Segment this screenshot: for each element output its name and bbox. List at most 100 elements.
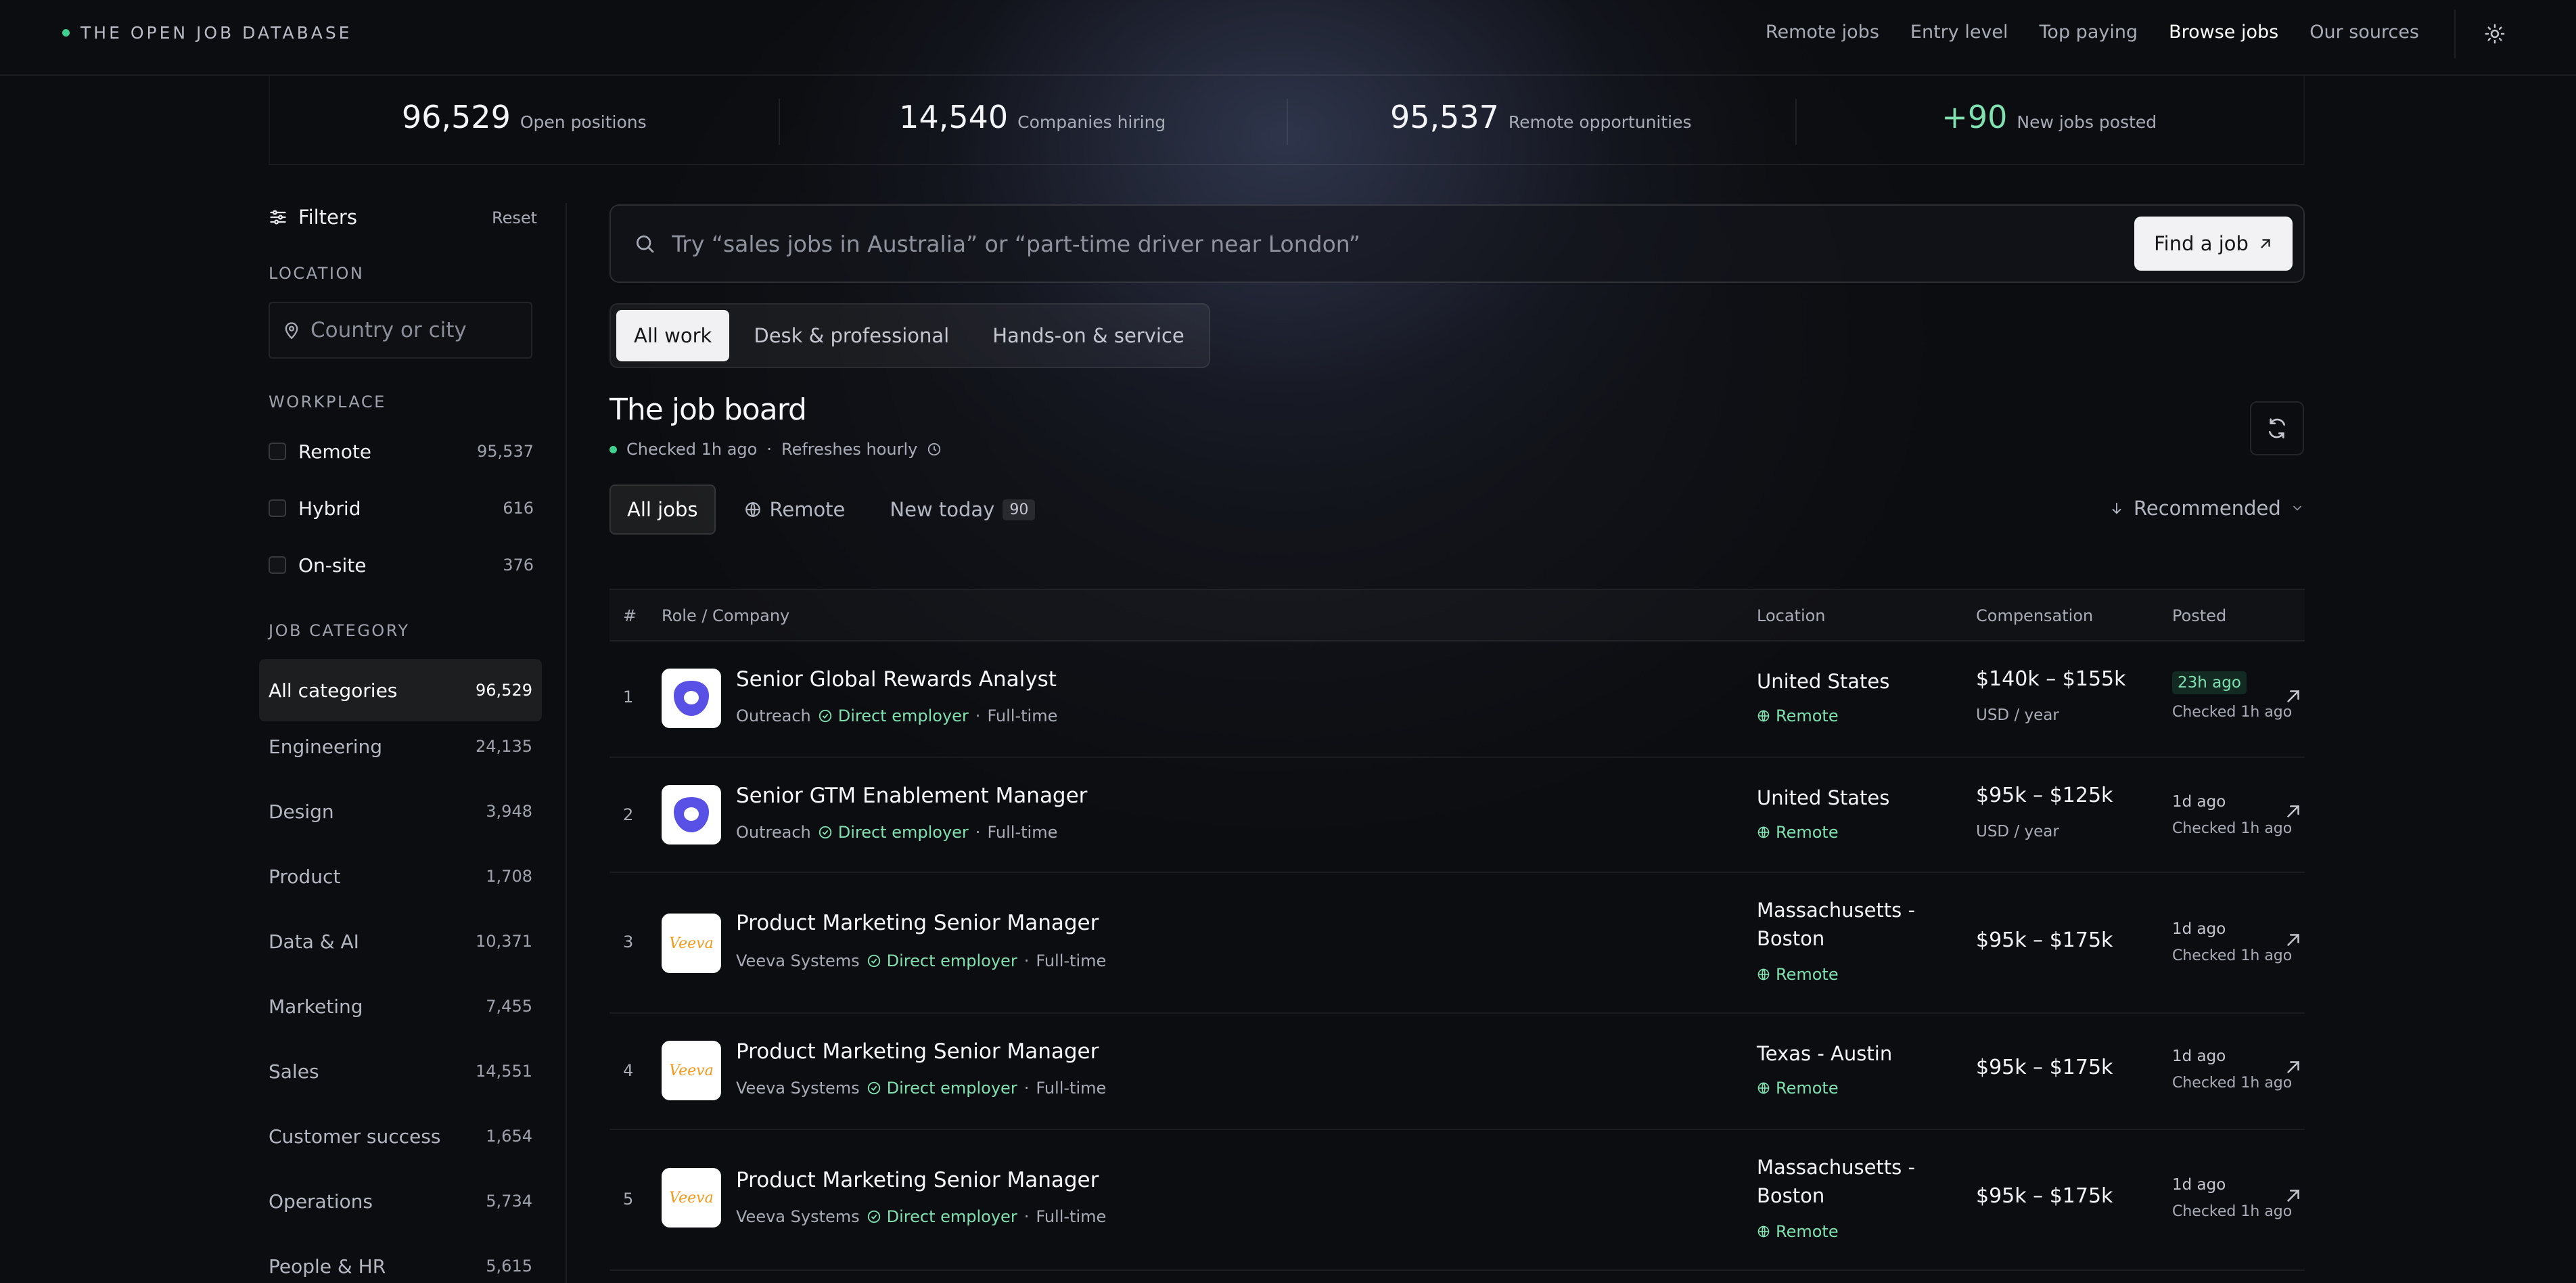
category-count: 5,615 (486, 1257, 532, 1276)
category-count: 24,135 (476, 737, 532, 756)
compensation-range: $95k – $175k (1976, 928, 2113, 952)
workplace-option-remote[interactable]: Remote 95,537 (269, 438, 534, 465)
theme-toggle-button[interactable] (2480, 19, 2510, 49)
company-name: Veeva Systems (736, 1207, 860, 1226)
find-job-button[interactable]: Find a job (2134, 217, 2293, 271)
stats-bar: 96,529 Open positions 14,540 Companies h… (269, 76, 2305, 165)
onsite-checkbox[interactable] (269, 556, 286, 574)
category-engineering[interactable]: Engineering 24,135 (259, 715, 542, 778)
table-row[interactable]: 5 Veeva Product Marketing Senior Manager… (610, 1130, 2305, 1271)
new-today-count-badge: 90 (1003, 499, 1036, 520)
table-row[interactable]: 2 Senior GTM Enablement Manager Outreach… (610, 758, 2305, 873)
job-title[interactable]: Senior Global Rewards Analyst (736, 667, 1057, 692)
job-title[interactable]: Product Marketing Senior Manager (736, 911, 1099, 935)
category-customer-success[interactable]: Customer success 1,654 (259, 1105, 542, 1167)
sort-dropdown[interactable]: Recommended (2109, 497, 2304, 520)
filters-title: Filters (298, 206, 357, 229)
category-people-hr[interactable]: People & HR 5,615 (259, 1235, 542, 1283)
job-title[interactable]: Product Marketing Senior Manager (736, 1168, 1099, 1192)
segment-hands-on-service[interactable]: Hands-on & service (973, 310, 1203, 361)
stat-label: Remote opportunities (1508, 112, 1692, 132)
open-job-arrow-icon[interactable] (2283, 801, 2303, 821)
meta-separator: · (766, 440, 772, 459)
direct-employer-badge: Direct employer (867, 951, 1017, 970)
workplace-option-hybrid[interactable]: Hybrid 616 (269, 495, 534, 522)
segment-desk-professional[interactable]: Desk & professional (735, 310, 968, 361)
veeva-logo: Veeva (662, 1041, 721, 1100)
veeva-logo-wordmark: Veeva (669, 1189, 714, 1207)
check-circle-icon (819, 709, 831, 723)
nav-our-sources[interactable]: Our sources (2309, 22, 2419, 43)
category-label: Design (269, 800, 334, 823)
open-job-arrow-icon[interactable] (2283, 1186, 2303, 1206)
open-job-arrow-icon[interactable] (2283, 930, 2303, 950)
category-count: 3,948 (486, 802, 532, 821)
job-title[interactable]: Senior GTM Enablement Manager (736, 784, 1087, 808)
tab-label: Remote (769, 498, 846, 521)
company-name: Veeva Systems (736, 1079, 860, 1098)
top-nav: THE OPEN JOB DATABASE Remote jobs Entry … (0, 0, 2576, 76)
refresh-button[interactable] (2250, 401, 2304, 455)
job-search-input[interactable] (672, 230, 2058, 257)
location-input[interactable] (310, 318, 513, 342)
employer-type: Direct employer (886, 951, 1017, 970)
tab-new-today[interactable]: New today 90 (873, 485, 1051, 535)
search-icon (637, 235, 654, 253)
segment-all-work[interactable]: All work (616, 310, 730, 361)
reset-filters-button[interactable]: Reset (492, 208, 537, 227)
hybrid-checkbox[interactable] (269, 499, 286, 517)
employer-type: Direct employer (837, 823, 969, 842)
direct-employer-badge: Direct employer (867, 1207, 1017, 1226)
remote-label: Remote (1776, 1079, 1839, 1098)
globe-icon (1757, 826, 1770, 838)
category-label: Customer success (269, 1125, 441, 1148)
category-operations[interactable]: Operations 5,734 (259, 1170, 542, 1232)
compensation-range: $95k – $125k (1976, 784, 2113, 807)
remote-label: Remote (1776, 706, 1839, 725)
sun-icon (2485, 24, 2505, 44)
veeva-logo: Veeva (662, 1168, 721, 1228)
category-data-ai[interactable]: Data & AI 10,371 (259, 910, 542, 972)
meta-separator: · (1024, 1207, 1030, 1226)
category-product[interactable]: Product 1,708 (259, 845, 542, 907)
open-job-arrow-icon[interactable] (2283, 686, 2303, 706)
nav-top-paying[interactable]: Top paying (2040, 22, 2138, 43)
open-job-arrow-icon[interactable] (2283, 1057, 2303, 1077)
nav-entry-level[interactable]: Entry level (1910, 22, 2008, 43)
tab-remote[interactable]: Remote (728, 485, 862, 535)
row-number: 3 (623, 932, 634, 951)
nav-remote-jobs[interactable]: Remote jobs (1766, 22, 1879, 43)
job-location: Texas - Austin (1757, 1042, 1893, 1065)
direct-employer-badge: Direct employer (818, 823, 969, 842)
checked-time: Checked 1h ago (2172, 1203, 2293, 1220)
category-marketing[interactable]: Marketing 7,455 (259, 975, 542, 1037)
remote-badge: Remote (1757, 823, 1839, 842)
job-search-bar: Find a job (610, 204, 2305, 283)
remote-badge: Remote (1757, 1222, 1839, 1241)
status-dot-icon (610, 445, 617, 453)
job-category-section-label: JOB CATEGORY (269, 621, 410, 640)
brand[interactable]: THE OPEN JOB DATABASE (62, 23, 352, 43)
workplace-option-onsite[interactable]: On-site 376 (269, 552, 534, 579)
sliders-icon (270, 210, 286, 225)
brand-name: THE OPEN JOB DATABASE (80, 23, 352, 43)
job-meta: Outreach Direct employer · Full-time (736, 706, 1057, 725)
table-row[interactable]: 3 Veeva Product Marketing Senior Manager… (610, 873, 2305, 1014)
row-number: 1 (623, 688, 634, 706)
remote-checkbox[interactable] (269, 443, 286, 460)
tab-all-jobs[interactable]: All jobs (610, 485, 716, 535)
table-row[interactable]: 1 Senior Global Rewards Analyst Outreach… (610, 642, 2305, 758)
compensation-unit: USD / year (1976, 823, 2059, 840)
location-field[interactable] (269, 302, 532, 359)
category-all[interactable]: All categories 96,529 (259, 659, 542, 721)
job-meta: Veeva Systems Direct employer · Full-tim… (736, 951, 1106, 970)
nav-browse-jobs[interactable]: Browse jobs (2169, 22, 2278, 43)
column-header-number: # (623, 606, 637, 625)
category-design[interactable]: Design 3,948 (259, 780, 542, 842)
job-title[interactable]: Product Marketing Senior Manager (736, 1039, 1099, 1064)
table-row[interactable]: 4 Veeva Product Marketing Senior Manager… (610, 1014, 2305, 1130)
workplace-count: 616 (503, 499, 534, 518)
outreach-logo-icon (674, 681, 709, 716)
category-sales[interactable]: Sales 14,551 (259, 1040, 542, 1102)
nav-links: Remote jobs Entry level Top paying Brows… (1766, 22, 2419, 43)
